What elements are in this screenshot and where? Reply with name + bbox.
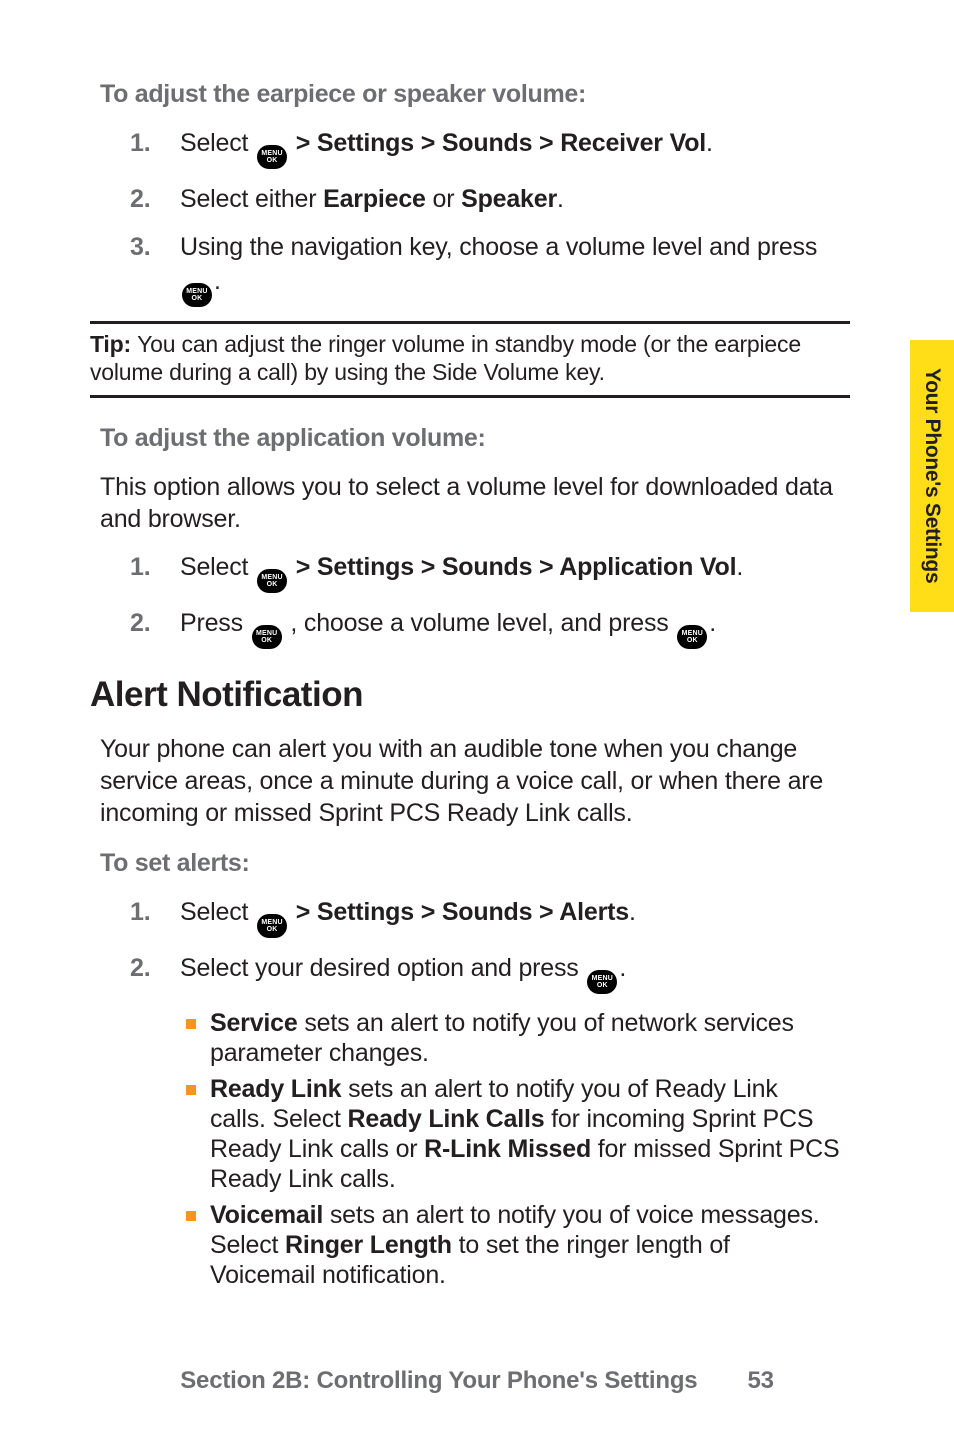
step-text: Press <box>180 609 250 637</box>
tip-box: Tip: You can adjust the ringer volume in… <box>90 321 850 399</box>
menu-ok-icon: MENUOK <box>182 283 212 307</box>
step-number: 2. <box>130 183 150 217</box>
step-end: . <box>709 609 716 637</box>
step-end: . <box>736 553 743 581</box>
menu-ok-icon: MENUOK <box>677 625 707 649</box>
heading-alert-notification: Alert Notification <box>90 675 840 715</box>
intro-alert-notification: Your phone can alert you with an audible… <box>100 733 840 829</box>
step-text: Select <box>180 898 255 926</box>
step-item: 1. Select MENUOK > Settings > Sounds > A… <box>100 551 840 593</box>
bullet-bold: Ready Link <box>210 1075 341 1103</box>
bullet-bold: Service <box>210 1009 298 1037</box>
step-bold: Speaker <box>461 185 557 213</box>
bullet-bold: R-Link Missed <box>424 1135 591 1163</box>
step-item: 2. Select your desired option and press … <box>100 952 840 994</box>
step-bold: > Settings > Sounds > Receiver Vol <box>289 129 706 157</box>
step-text: , choose a volume level, and press <box>284 609 676 637</box>
footer-page-number: 53 <box>747 1367 773 1394</box>
bullet-text: sets an alert to notify you of network s… <box>210 1009 794 1067</box>
step-end: . <box>706 129 713 157</box>
step-item: 1. Select MENUOK > Settings > Sounds > R… <box>100 127 840 169</box>
steps-earpiece-volume: 1. Select MENUOK > Settings > Sounds > R… <box>100 127 840 307</box>
subhead-earpiece-volume: To adjust the earpiece or speaker volume… <box>100 80 840 109</box>
step-text: Select <box>180 129 255 157</box>
menu-ok-icon: MENUOK <box>257 145 287 169</box>
subhead-application-volume: To adjust the application volume: <box>100 424 840 453</box>
subhead-set-alerts: To set alerts: <box>100 849 840 878</box>
steps-application-volume: 1. Select MENUOK > Settings > Sounds > A… <box>100 551 840 649</box>
menu-ok-icon: MENUOK <box>257 914 287 938</box>
step-item: 3. Using the navigation key, choose a vo… <box>100 231 840 307</box>
step-bold: Earpiece <box>323 185 426 213</box>
bullet-bold: Ringer Length <box>285 1231 452 1259</box>
bullet-list-alerts: Service sets an alert to notify you of n… <box>100 1008 840 1290</box>
menu-ok-icon: MENUOK <box>257 569 287 593</box>
step-number: 2. <box>130 952 150 986</box>
side-tab-label: Your Phone's Settings <box>920 368 944 583</box>
step-end: . <box>214 267 221 295</box>
step-item: 2. Press MENUOK , choose a volume level,… <box>100 607 840 649</box>
step-text: Select either <box>180 185 323 213</box>
menu-ok-icon: MENUOK <box>587 970 617 994</box>
step-item: 2. Select either Earpiece or Speaker. <box>100 183 840 217</box>
side-tab: Your Phone's Settings <box>910 340 954 612</box>
bullet-item: Voicemail sets an alert to notify you of… <box>100 1200 840 1290</box>
tip-text: You can adjust the ringer volume in stan… <box>90 331 801 386</box>
step-number: 2. <box>130 607 150 641</box>
step-bold: > Settings > Sounds > Application Vol <box>289 553 736 581</box>
menu-ok-icon: MENUOK <box>252 625 282 649</box>
step-bold: > Settings > Sounds > Alerts <box>289 898 629 926</box>
step-end: . <box>557 185 564 213</box>
step-number: 1. <box>130 896 150 930</box>
footer-section: Section 2B: Controlling Your Phone's Set… <box>180 1367 697 1394</box>
step-text: Select <box>180 553 255 581</box>
bullet-bold: Voicemail <box>210 1201 323 1229</box>
steps-set-alerts: 1. Select MENUOK > Settings > Sounds > A… <box>100 896 840 994</box>
step-item: 1. Select MENUOK > Settings > Sounds > A… <box>100 896 840 938</box>
step-end: . <box>629 898 636 926</box>
intro-application-volume: This option allows you to select a volum… <box>100 471 840 535</box>
page-footer: Section 2B: Controlling Your Phone's Set… <box>0 1367 954 1395</box>
page-content: To adjust the earpiece or speaker volume… <box>100 80 840 1290</box>
step-number: 3. <box>130 231 150 265</box>
bullet-item: Service sets an alert to notify you of n… <box>100 1008 840 1068</box>
step-number: 1. <box>130 551 150 585</box>
step-end: . <box>619 954 626 982</box>
bullet-item: Ready Link sets an alert to notify you o… <box>100 1074 840 1194</box>
bullet-bold: Ready Link Calls <box>348 1105 545 1133</box>
step-text: Select your desired option and press <box>180 954 585 982</box>
step-text: Using the navigation key, choose a volum… <box>180 233 817 261</box>
step-number: 1. <box>130 127 150 161</box>
tip-label: Tip: <box>90 331 137 357</box>
step-text: or <box>426 185 461 213</box>
